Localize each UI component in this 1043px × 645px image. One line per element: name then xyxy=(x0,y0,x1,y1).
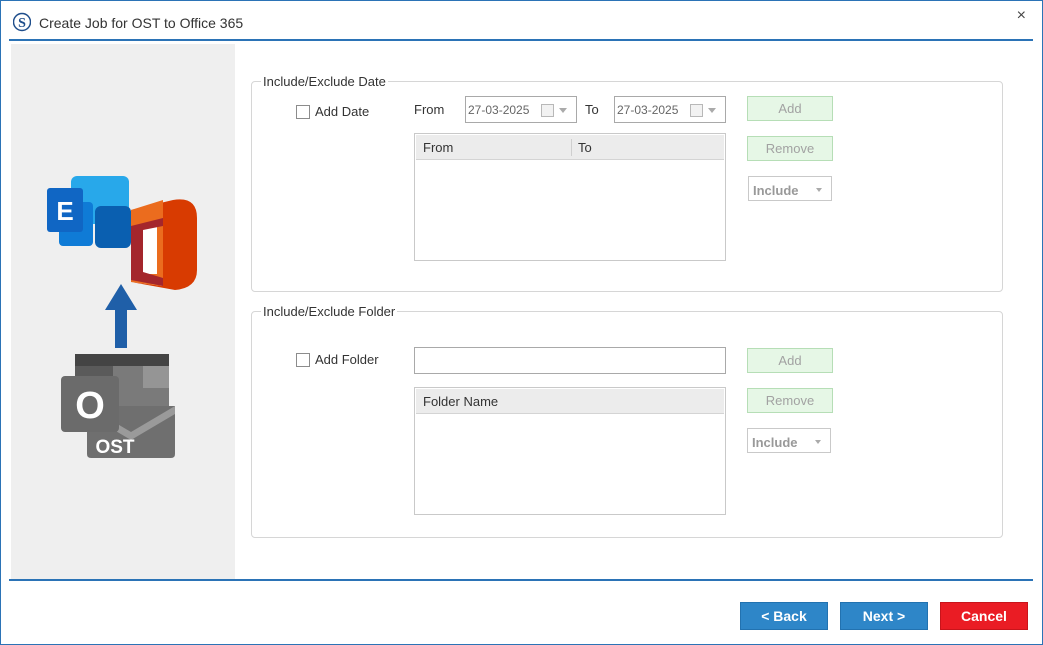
title-divider xyxy=(9,39,1033,41)
calendar-icon[interactable] xyxy=(541,104,554,117)
migration-graphic: E O OST xyxy=(47,176,197,458)
to-date-picker[interactable]: 27-03-2025 xyxy=(614,96,726,123)
folder-group-title: Include/Exclude Folder xyxy=(261,304,398,319)
outlook-letter: O xyxy=(75,385,105,427)
next-button[interactable]: Next > xyxy=(840,602,928,630)
ost-label: OST xyxy=(95,437,134,458)
to-label: To xyxy=(585,102,599,117)
column-header-from[interactable]: From xyxy=(423,140,453,155)
date-mode-select[interactable]: Include xyxy=(748,176,832,201)
exchange-letter: E xyxy=(56,196,73,226)
app-logo-icon: S xyxy=(13,12,31,32)
office-icon xyxy=(131,199,197,290)
date-list-header: From To xyxy=(416,135,724,160)
from-date-picker[interactable]: 27-03-2025 xyxy=(465,96,577,123)
chevron-down-icon[interactable] xyxy=(559,108,567,113)
folder-name-input[interactable] xyxy=(414,347,726,374)
chevron-down-icon[interactable] xyxy=(815,440,821,444)
folder-mode-value: Include xyxy=(752,435,798,450)
folder-list-header: Folder Name xyxy=(416,389,724,414)
date-mode-value: Include xyxy=(753,183,799,198)
add-date-button[interactable]: Add xyxy=(747,96,833,121)
up-arrow-icon xyxy=(105,284,137,348)
outlook-ost-icon: O OST xyxy=(61,354,175,458)
column-divider xyxy=(571,139,572,156)
footer-divider xyxy=(9,579,1033,581)
folder-mode-select[interactable]: Include xyxy=(747,428,831,453)
remove-date-button[interactable]: Remove xyxy=(747,136,833,161)
chevron-down-icon[interactable] xyxy=(708,108,716,113)
add-date-checkbox[interactable]: Add Date xyxy=(296,104,369,119)
cancel-button[interactable]: Cancel xyxy=(940,602,1028,630)
window-title: Create Job for OST to Office 365 xyxy=(39,15,244,31)
back-button[interactable]: < Back xyxy=(740,602,828,630)
date-group-title: Include/Exclude Date xyxy=(261,74,388,89)
close-icon[interactable]: × xyxy=(1017,7,1026,25)
add-date-label: Add Date xyxy=(315,104,370,119)
dialog-window: S Create Job for OST to Office 365 × E O… xyxy=(0,0,1043,645)
to-date-value: 27-03-2025 xyxy=(617,103,679,117)
add-folder-label: Add Folder xyxy=(315,352,379,367)
add-folder-checkbox[interactable]: Add Folder xyxy=(296,352,379,367)
add-folder-button[interactable]: Add xyxy=(747,348,833,373)
add-folder-checkbox-box[interactable] xyxy=(296,352,310,367)
from-date-value: 27-03-2025 xyxy=(468,103,530,117)
column-header-folder-name[interactable]: Folder Name xyxy=(423,394,498,409)
title-bar: S Create Job for OST to Office 365 × xyxy=(1,1,1042,39)
date-range-list[interactable]: From To xyxy=(414,133,726,261)
exchange-icon: E xyxy=(47,176,131,248)
add-date-checkbox-box[interactable] xyxy=(296,104,310,119)
folder-list[interactable]: Folder Name xyxy=(414,387,726,515)
svg-text:S: S xyxy=(18,16,26,31)
chevron-down-icon[interactable] xyxy=(816,188,822,192)
remove-folder-button[interactable]: Remove xyxy=(747,388,833,413)
from-label: From xyxy=(414,102,445,117)
column-header-to[interactable]: To xyxy=(578,140,592,155)
calendar-icon[interactable] xyxy=(690,104,703,117)
